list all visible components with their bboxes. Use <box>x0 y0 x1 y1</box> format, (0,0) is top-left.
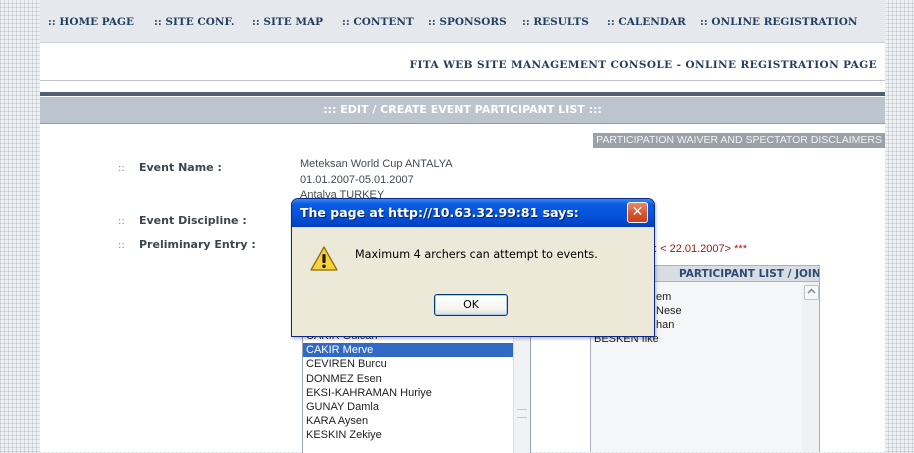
divider-dark <box>40 92 885 96</box>
dialog-title: The page at http://10.63.32.99:81 says: <box>300 205 579 220</box>
participant-item[interactable]: em <box>656 291 671 303</box>
nav-results[interactable]: :: RESULTS <box>522 16 589 28</box>
list-item-selected[interactable]: CAKIR Merve <box>303 343 530 358</box>
dialog-titlebar[interactable]: The page at http://10.63.32.99:81 says: … <box>292 199 654 227</box>
list-item[interactable]: GUNAY Damla <box>303 400 530 414</box>
chevron-up-icon <box>807 288 816 294</box>
entry-deadline: : < 22.01.2007> *** <box>654 243 747 255</box>
nav-content[interactable]: :: CONTENT <box>342 16 414 28</box>
section-title: ::: EDIT / CREATE EVENT PARTICIPANT LIST… <box>40 97 885 124</box>
nav-sponsors[interactable]: :: SPONSORS <box>428 16 507 28</box>
dialog-body: Maximum 4 archers can attempt to events.… <box>295 227 651 333</box>
scroll-up-arrow-icon[interactable] <box>804 285 819 300</box>
nav-calendar[interactable]: :: CALENDAR <box>607 16 686 28</box>
divider <box>40 80 885 81</box>
nav-home-page[interactable]: :: HOME PAGE <box>48 16 134 28</box>
ok-button[interactable]: OK <box>434 294 508 316</box>
warning-icon <box>310 246 338 271</box>
athlete-list-scrollbar[interactable] <box>513 329 530 453</box>
list-item[interactable]: CEVIREN Burcu <box>303 357 530 371</box>
event-discipline-label: Event Discipline : <box>139 214 247 227</box>
list-item[interactable]: EKSI-KAHRAMAN Huriye <box>303 386 530 400</box>
waiver-link[interactable]: PARTICIPATION WAIVER AND SPECTATOR DISCL… <box>593 133 885 148</box>
close-button[interactable]: ✕ <box>627 202 648 223</box>
nav-site-map[interactable]: :: SITE MAP <box>252 16 323 28</box>
alert-dialog: The page at http://10.63.32.99:81 says: … <box>291 198 655 337</box>
bullet: :: <box>118 163 125 174</box>
console-title: FITA WEB SITE MANAGEMENT CONSOLE - ONLIN… <box>409 59 877 71</box>
list-item[interactable]: DONMEZ Esen <box>303 372 530 386</box>
event-name-value: Meteksan World Cup ANTALYA <box>300 158 453 170</box>
scroll-grip[interactable] <box>517 409 527 418</box>
top-navigation: :: HOME PAGE :: SITE CONF. :: SITE MAP :… <box>40 0 885 43</box>
event-dates-value: 01.01.2007-05.01.2007 <box>300 174 414 186</box>
list-item[interactable]: KESKIN Zekiye <box>303 428 530 442</box>
participant-item[interactable]: han <box>656 319 674 331</box>
nav-online-registration[interactable]: :: ONLINE REGISTRATION <box>700 16 857 28</box>
preliminary-entry-label: Preliminary Entry : <box>139 238 256 251</box>
participant-item[interactable]: Nese <box>656 305 682 317</box>
bullet: :: <box>118 240 125 251</box>
list-item[interactable]: KARA Aysen <box>303 414 530 428</box>
participant-list-scrollbar[interactable] <box>802 282 819 452</box>
event-name-label: Event Name : <box>139 161 222 174</box>
dialog-message: Maximum 4 archers can attempt to events. <box>355 248 598 261</box>
bullet: :: <box>118 216 125 227</box>
nav-site-conf[interactable]: :: SITE CONF. <box>154 16 235 28</box>
athlete-listbox[interactable]: CAKIR Gulcan CAKIR Merve CEVIREN Burcu D… <box>302 328 531 453</box>
